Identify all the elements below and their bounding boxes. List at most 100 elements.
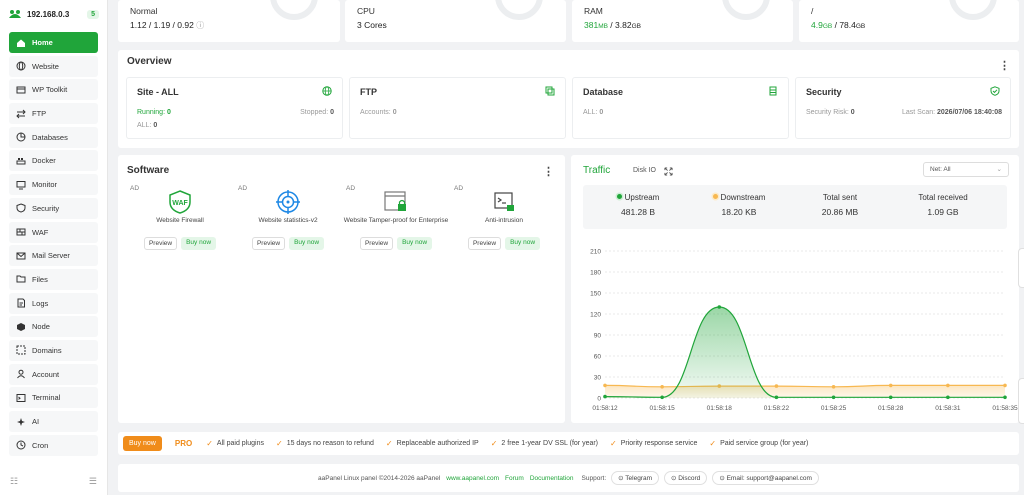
pro-feature: ✓ 2 free 1-year DV SSL (for year) [490,439,599,448]
y-tick-label: 120 [590,312,601,319]
total-received-stat: Total received 1.09 GB [918,193,968,217]
node-icon [15,321,26,332]
buy-now-button[interactable]: Buy now [181,237,217,250]
sidebar-item-cron[interactable]: Cron [9,434,98,456]
sidebar-item-files[interactable]: Files [9,268,98,290]
sidebar-item-ftp[interactable]: FTP [9,103,98,125]
sidebar-item-databases[interactable]: Databases [9,126,98,148]
cpu-value: 3 Cores [357,20,387,30]
software-name: Website statistics-v2 [258,217,318,224]
overview-panel: Overview ⋮ Site - ALL Running: 0 Stopped… [118,50,1019,148]
x-tick-label: 01:58:25 [821,405,847,412]
load-card[interactable]: Normal 1.12 / 1.19 / 0.92 ⓘ [118,0,340,42]
sidebar-item-label: Account [32,369,60,379]
sidebar-item-label: Docker [32,156,56,166]
disk-card[interactable]: / 4.9GB / 78.4GB [799,0,1019,42]
data-point [888,383,893,388]
sidebar: 192.168.0.3 5 Home Website WP Toolkit FTP Da… [0,0,108,495]
pro-feature: ✓ Replaceable authorized IP [385,439,479,448]
net-select[interactable]: Net: All ⌄ [923,162,1009,177]
ram-card[interactable]: RAM 381MB / 3.82GB [572,0,793,42]
ram-value: 381MB / 3.82GB [584,20,641,30]
cpu-card[interactable]: CPU 3 Cores [345,0,566,42]
preview-button[interactable]: Preview [359,237,394,250]
ad-label: AD [346,185,356,192]
sidebar-item-logs[interactable]: Logs [9,292,98,314]
x-tick-label: 01:58:28 [878,405,904,412]
preview-button[interactable]: Preview [143,237,178,250]
docs-link[interactable]: Documentation [530,475,574,482]
server-header[interactable]: 192.168.0.3 5 [0,0,107,28]
load-label: Normal [130,6,158,16]
sidebar-item-terminal[interactable]: Terminal [9,387,98,409]
data-point [660,385,664,389]
preview-button[interactable]: Preview [467,237,502,250]
collapse-icon[interactable]: ☷ [10,476,18,487]
ftp-box[interactable]: FTP Accounts: 0 [349,77,566,139]
sidebar-item-monitor[interactable]: Monitor [9,174,98,196]
sidebar-item-website[interactable]: Website [9,55,98,77]
email-button[interactable]: ⊙ Email: support@aapanel.com [712,471,819,485]
software-panel: Software ⋮ AD WAF Website Firewall Preview B… [118,155,565,423]
float-tab-bottom[interactable] [1018,378,1024,424]
x-tick-label: 01:58:35 [992,405,1018,412]
sidebar-item-waf[interactable]: WAF [9,221,98,243]
wp-toolkit-icon [15,84,26,95]
sidebar-item-node[interactable]: Node [9,316,98,338]
expand-icon[interactable] [664,167,673,176]
security-box[interactable]: Security Security Risk: 0 Last Scan: 202… [795,77,1011,139]
sidebar-item-security[interactable]: Security [9,197,98,219]
crosshair-icon[interactable] [276,190,300,214]
help-icon[interactable]: ⓘ [196,21,204,30]
pro-buy-button[interactable]: Buy now [123,436,162,451]
security-last-scan: Last Scan: 2026/07/06 18:40:08 [901,109,1002,116]
sidebar-item-mail-server[interactable]: Mail Server [9,245,98,267]
sidebar-item-account[interactable]: Account [9,363,98,385]
y-tick-label: 0 [597,396,601,403]
site-title: Site - ALL [137,87,179,97]
lock-window-icon[interactable] [384,190,408,214]
discord-button[interactable]: ⊙ Discord [664,471,708,485]
telegram-button[interactable]: ⊙ Telegram [611,471,659,485]
site-link[interactable]: www.aapanel.com [446,475,499,482]
sidebar-item-wp-toolkit[interactable]: WP Toolkit [9,79,98,101]
sidebar-item-label: Cron [32,440,49,450]
sidebar-item-ai[interactable]: AI [9,411,98,432]
cpu-label: CPU [357,6,375,16]
database-box[interactable]: Database ALL: 0 [572,77,789,139]
sidebar-item-home[interactable]: Home [9,32,98,53]
float-tab-top[interactable] [1018,248,1024,288]
software-name: Anti-intrusion [485,217,523,224]
sidebar-item-docker[interactable]: Docker [9,150,98,172]
security-risk: Security Risk: 0 [806,109,855,116]
svg-text:WAF: WAF [172,200,188,207]
buy-now-button[interactable]: Buy now [505,237,541,250]
buy-now-button[interactable]: Buy now [289,237,325,250]
ftp-icon [545,86,555,96]
buy-now-button[interactable]: Buy now [397,237,433,250]
transfer-icon [15,108,26,119]
waf-shield-icon[interactable]: WAF [168,190,192,214]
footer: aaPanel Linux panel ©2014-2026 aaPanel w… [118,464,1019,492]
pro-feature: ✓ Paid service group (for year) [709,439,809,448]
data-point [660,395,664,400]
waf-icon [15,227,26,238]
terminal-lock-icon[interactable] [492,190,516,214]
data-point [1003,395,1007,400]
ad-label: AD [130,185,140,192]
traffic-stats: Upstream 481.28 B Downstream 18.20 KB To… [583,185,1007,229]
notification-badge[interactable]: 5 [87,9,99,19]
site-box[interactable]: Site - ALL Running: 0 Stopped: 0 ALL: 0 [126,77,343,139]
traffic-chart[interactable]: 0 30 60 90 120 150 180 210 01:58:12 01:58:15 01:58… [571,243,1019,418]
tab-traffic[interactable]: Traffic [583,165,610,176]
sidebar-item-label: Node [32,322,50,332]
x-tick-label: 01:58:18 [707,405,733,412]
sidebar-item-label: Databases [32,132,68,142]
menu-icon[interactable]: ☰ [89,476,97,487]
more-icon[interactable]: ⋮ [999,59,1010,72]
forum-link[interactable]: Forum [505,475,524,482]
sidebar-item-domains[interactable]: Domains [9,339,98,361]
preview-button[interactable]: Preview [251,237,286,250]
software-more-icon[interactable]: ⋮ [543,165,554,178]
tab-disk-io[interactable]: Disk IO [633,167,656,174]
